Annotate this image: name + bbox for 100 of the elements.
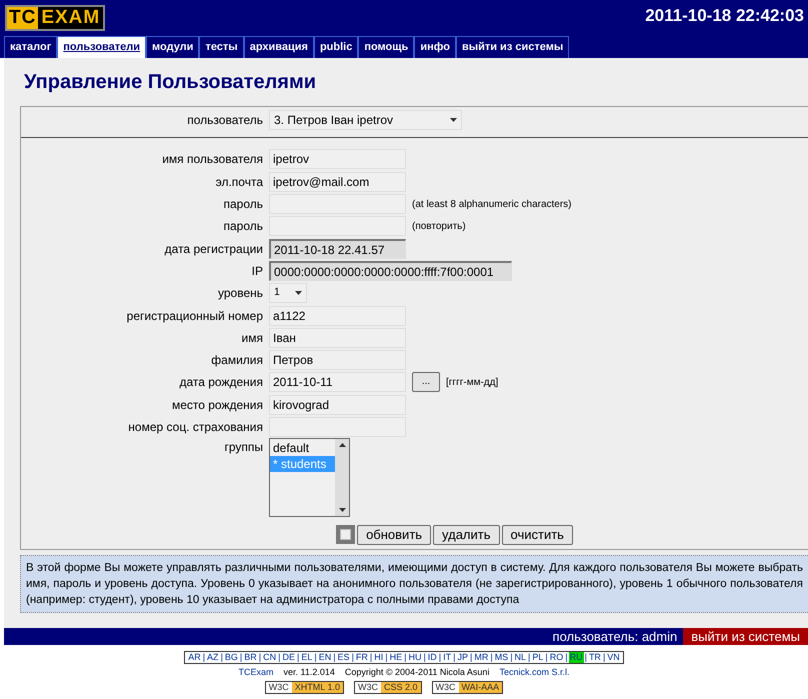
input-field[interactable] [269,417,406,437]
input-field[interactable]: a1122 [269,306,406,326]
nav-tab[interactable]: инфо [414,36,456,58]
level-select[interactable]: 1 [269,283,307,304]
separator: | [403,652,408,663]
nav-tab[interactable]: public [314,36,358,58]
input-field[interactable]: ipetrov@mail.com [269,172,406,192]
hint-text: [гггг-мм-дд] [446,376,498,390]
input-field[interactable]: Петров [269,350,406,370]
separator: | [220,652,224,663]
scrollbar[interactable] [335,439,349,516]
language-link[interactable]: HI [373,652,384,663]
language-link[interactable]: RO [548,652,564,663]
language-link[interactable]: ES [336,652,351,663]
field-label: номер соц. страхования [127,419,263,436]
company-link[interactable]: Tecnick.com S.r.l. [499,667,570,678]
logo: TC EXAM [5,5,106,31]
language-link[interactable]: NL [514,652,528,663]
input-field[interactable]: kirovograd [269,394,406,415]
hint-text: (повторить) [412,220,466,234]
checkbox[interactable] [336,525,356,544]
validator-badge[interactable]: W3C CSS 2.0 [354,681,422,694]
language-link[interactable]: PL [531,652,544,663]
field-label: дата рождения [178,374,263,392]
version-text: ver. 11.2.014 [284,667,335,678]
separator: | [602,652,606,663]
validator-badge[interactable]: W3C XHTML 1.0 [264,681,344,694]
separator: | [527,652,532,663]
hint-text: (at least 8 alphanumeric characters) [412,198,572,212]
nav-tab[interactable]: тесты [199,36,244,58]
separator: | [313,652,318,663]
group-listbox[interactable]: default * students [269,438,350,518]
language-link[interactable]: EN [318,652,332,663]
field-label: уровень [216,285,263,302]
readonly-field: 0000:0000:0000:0000:0000:ffff:7f00:0001 [269,260,512,281]
language-link[interactable]: TR [588,652,602,663]
language-link[interactable]: IT [442,652,452,663]
separator: | [296,652,300,663]
update-button[interactable]: обновить [357,525,432,546]
validator-badge[interactable]: W3C WAI-AAA [432,681,504,694]
field-label: имя пользователя [161,151,263,168]
separator: | [384,652,389,663]
field-label: фамилия [210,352,263,370]
language-link[interactable]: BG [224,652,239,663]
calendar-button[interactable]: ... [412,372,440,392]
user-select[interactable]: 3. Петров Іван ipetrov [269,110,462,130]
separator: | [202,652,206,663]
scroll-down-icon [338,508,346,512]
separator: | [509,652,514,663]
separator: | [332,652,337,663]
field-label: эл.почта [214,174,263,191]
language-link[interactable]: JP [456,652,469,663]
separator: | [584,652,588,663]
language-link[interactable]: FR [354,652,369,663]
separator: | [564,652,569,663]
dropdown-arrow-icon [450,118,457,122]
list-option[interactable]: default [270,440,335,456]
language-link[interactable]: EL [300,652,314,663]
separator: | [452,652,456,663]
user-label: пользователь: admin [552,628,678,646]
language-link[interactable]: VN [606,652,621,663]
field-label: IP [250,262,263,280]
field-label: место рождения [170,396,263,414]
language-link[interactable]: DE [281,652,296,663]
logout-button[interactable]: выйти из системы [683,628,808,645]
product-link[interactable]: TCExam [238,667,274,678]
language-link[interactable]: HE [388,652,404,663]
scroll-up-icon [338,443,346,448]
separator: | [469,652,474,663]
input-field[interactable]: Іван [269,328,406,348]
clear-button[interactable]: очистить [502,525,573,546]
language-link[interactable]: HU [407,652,422,663]
language-link[interactable]: MR [473,652,490,663]
language-link[interactable]: ID [426,652,438,663]
separator: | [544,652,549,663]
field-label: пользователь [186,112,263,130]
nav-tab[interactable]: каталог [4,36,58,58]
language-link[interactable]: AR [187,652,202,663]
separator: | [350,652,355,663]
field-label: дата регистрации [164,240,263,258]
page-title: Управление Пользователями [24,70,318,94]
readonly-field: 2011-10-18 22.41.57 [269,238,406,259]
help-text: В этой форме Вы можете управлять различными пользователями, имеющими доступ в систему. Для каждого пользователя Вы можете выбрать имя, пароль и уровень доступа. Уровень 0 указывает на анонимного пользователя (не зарегистрированного), уровень 1 обычного пользователя (например: студент), уровень 10 указывает на администратора с полными правами доступа [20,555,808,614]
nav-tab[interactable]: помощь [358,36,414,58]
nav-tab[interactable]: архивация [244,36,314,58]
separator: | [489,652,494,663]
language-link[interactable]: MS [494,652,510,663]
delete-button[interactable]: удалить [433,525,500,546]
separator: | [368,652,374,663]
input-field[interactable]: ipetrov [269,149,406,170]
language-link[interactable]: CN [262,652,278,663]
nav-tab[interactable]: модули [146,36,200,58]
separator: | [277,652,282,663]
nav-tab[interactable]: пользователи [57,36,146,58]
language-link[interactable]: RU [568,652,584,663]
input-field[interactable]: 2011-10-11 [269,372,406,392]
language-link[interactable]: BR [243,652,258,663]
nav-tab[interactable]: выйти из системы [456,36,570,58]
separator: | [238,652,244,663]
language-link[interactable]: AZ [206,652,220,663]
